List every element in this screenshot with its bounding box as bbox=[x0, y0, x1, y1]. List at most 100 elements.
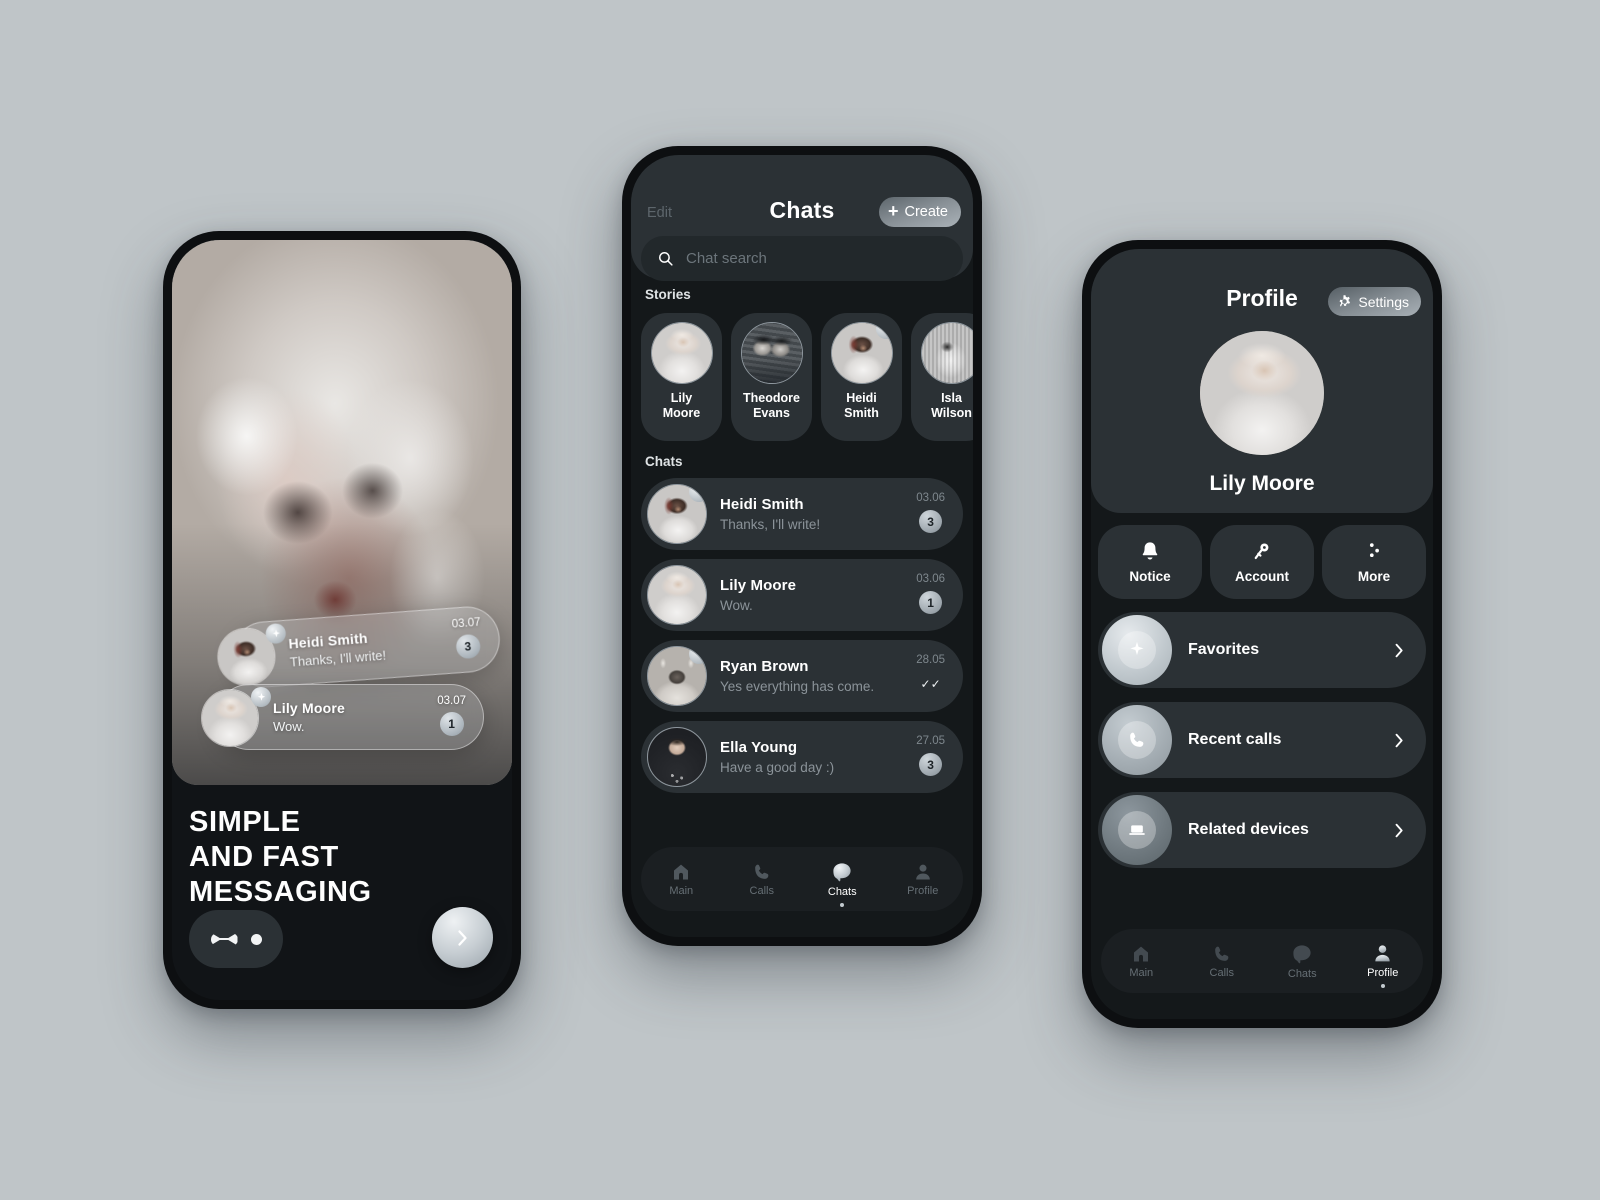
laptop-icon bbox=[1129, 825, 1145, 835]
chevron-right-icon bbox=[1395, 733, 1403, 747]
tab-profile[interactable]: Profile bbox=[1343, 943, 1424, 988]
chats-section-label: Chats bbox=[645, 454, 683, 469]
pagination-indicator[interactable] bbox=[189, 910, 283, 968]
home-icon bbox=[1134, 946, 1149, 961]
story-name: Heidi Smith bbox=[844, 391, 879, 421]
menu-item-recent-calls[interactable]: Recent calls bbox=[1098, 702, 1426, 778]
menu-item-label: Recent calls bbox=[1188, 731, 1282, 748]
chat-bubble-icon bbox=[1293, 944, 1311, 963]
menu-item-label: Related devices bbox=[1188, 821, 1309, 838]
chat-time: 03.06 bbox=[916, 573, 945, 585]
tab-chats[interactable]: Chats bbox=[1262, 943, 1343, 980]
stories-section-label: Stories bbox=[645, 287, 691, 302]
tab-label: Profile bbox=[1367, 967, 1399, 979]
chat-list-item[interactable]: Heidi Smith Thanks, I'll write! 03.06 3 bbox=[641, 478, 963, 550]
phone-chats: Edit Chats + Create Chat search Stories bbox=[622, 146, 982, 946]
glass-chat-card[interactable]: Lily Moore Wow. 03.07 1 bbox=[201, 684, 484, 750]
active-tab-dot bbox=[1380, 984, 1385, 988]
unread-badge: 3 bbox=[455, 633, 481, 660]
glass-chat-card[interactable]: Heidi Smith Thanks, I'll write! 03.07 3 bbox=[215, 604, 503, 690]
story-item[interactable]: Theodore Evans bbox=[731, 313, 812, 441]
action-notice[interactable]: Notice bbox=[1098, 525, 1202, 599]
settings-button[interactable]: Settings bbox=[1328, 287, 1421, 316]
story-sparkle-icon bbox=[265, 622, 287, 645]
bottom-tab-bar: Main Calls Chats Profile bbox=[641, 847, 963, 911]
pagination-active-dot bbox=[210, 932, 238, 946]
tab-label: Calls bbox=[1209, 966, 1234, 979]
avatar bbox=[740, 322, 803, 384]
search-input[interactable]: Chat search bbox=[641, 236, 963, 281]
phone-icon bbox=[1130, 732, 1144, 747]
profile-menu-list: Favorites Recent calls Related devices bbox=[1098, 612, 1426, 882]
story-item[interactable]: Heidi Smith bbox=[821, 313, 902, 441]
chat-list-item[interactable]: Ella Young Have a good day :) 27.05 3 bbox=[641, 721, 963, 793]
next-button[interactable] bbox=[432, 907, 493, 968]
chat-time: 03.07 bbox=[451, 616, 481, 631]
avatar bbox=[920, 322, 973, 384]
stories-carousel[interactable]: Lily Moore Theodore Evans Heidi Smith Is… bbox=[631, 313, 973, 441]
glass-chat-preview-stack: Heidi Smith Thanks, I'll write! 03.07 3 bbox=[201, 604, 506, 762]
tab-profile[interactable]: Profile bbox=[883, 862, 964, 897]
action-account[interactable]: Account bbox=[1210, 525, 1314, 599]
menu-item-favorites[interactable]: Favorites bbox=[1098, 612, 1426, 688]
story-item[interactable]: Isla Wilson bbox=[911, 313, 973, 441]
action-label: More bbox=[1357, 569, 1391, 584]
avatar[interactable] bbox=[1200, 331, 1324, 455]
tab-chats[interactable]: Chats bbox=[802, 861, 883, 907]
headline-line: AND FAST bbox=[189, 841, 339, 874]
tab-calls[interactable]: Calls bbox=[1182, 944, 1263, 979]
chat-time: 03.06 bbox=[916, 492, 945, 504]
phone-onboarding: Heidi Smith Thanks, I'll write! 03.07 3 bbox=[163, 231, 521, 1009]
chat-meta: 03.06 1 bbox=[916, 573, 945, 614]
unread-badge: 1 bbox=[919, 591, 943, 614]
bottom-tab-bar: Main Calls Chats Profile bbox=[1101, 929, 1423, 993]
chat-name: Ryan Brown bbox=[720, 658, 809, 675]
person-icon bbox=[915, 864, 930, 879]
story-sparkle-icon bbox=[251, 687, 271, 707]
menu-item-related-devices[interactable]: Related devices bbox=[1098, 792, 1426, 868]
profile-header-card: Profile Settings Lily Moore bbox=[1091, 249, 1433, 513]
bell-icon bbox=[1142, 542, 1158, 560]
chat-message: Yes everything has come. bbox=[720, 679, 875, 694]
headline-line: SIMPLE bbox=[189, 806, 301, 838]
chat-list-item[interactable]: Lily Moore Wow. 03.06 1 bbox=[641, 559, 963, 631]
page-title: SIMPLE AND FAST MESSAGING bbox=[189, 805, 372, 910]
person-icon bbox=[1375, 945, 1390, 962]
gear-icon bbox=[1339, 295, 1351, 307]
read-receipt-icon: ✓✓ bbox=[920, 676, 941, 691]
action-more[interactable]: More bbox=[1322, 525, 1426, 599]
chat-bubble-icon bbox=[833, 862, 851, 881]
avatar bbox=[647, 484, 707, 544]
story-name: Theodore Evans bbox=[743, 391, 800, 421]
chat-time: 28.05 bbox=[916, 654, 945, 666]
profile-screen: Profile Settings Lily Moore Notice Accou… bbox=[1091, 249, 1433, 1019]
sparkle-icon bbox=[1130, 641, 1144, 655]
recent-calls-icon-wrap bbox=[1102, 705, 1172, 775]
headline-line: MESSAGING bbox=[189, 876, 372, 909]
action-label: Notice bbox=[1129, 569, 1171, 584]
create-button[interactable]: + Create bbox=[878, 197, 961, 227]
story-name: Isla Wilson bbox=[931, 391, 972, 421]
tab-main[interactable]: Main bbox=[1101, 944, 1182, 979]
tab-main[interactable]: Main bbox=[641, 862, 722, 897]
story-item[interactable]: Lily Moore bbox=[641, 313, 722, 441]
chat-list-item[interactable]: Ryan Brown Yes everything has come. 28.0… bbox=[641, 640, 963, 712]
unread-badge: 3 bbox=[919, 753, 943, 776]
profile-name: Lily Moore bbox=[1209, 472, 1315, 495]
menu-item-label: Favorites bbox=[1188, 641, 1260, 658]
chat-name: Ella Young bbox=[720, 739, 798, 756]
chat-name: Lily Moore bbox=[720, 577, 797, 594]
chat-message: Thanks, I'll write! bbox=[289, 647, 387, 670]
chat-message: Wow. bbox=[273, 719, 305, 734]
pagination-dot[interactable] bbox=[250, 933, 262, 945]
stories-section: Stories Lily Moore Theodore Evans Heidi … bbox=[631, 287, 973, 441]
avatar bbox=[647, 565, 707, 625]
tab-calls[interactable]: Calls bbox=[722, 862, 803, 897]
chat-meta: 03.07 3 bbox=[451, 617, 483, 660]
tab-label: Main bbox=[669, 884, 694, 897]
more-dots-icon bbox=[1369, 543, 1379, 558]
key-icon bbox=[1254, 543, 1269, 560]
settings-button-label: Settings bbox=[1358, 293, 1409, 310]
avatar bbox=[650, 322, 713, 384]
tab-label: Chats bbox=[1287, 967, 1317, 980]
